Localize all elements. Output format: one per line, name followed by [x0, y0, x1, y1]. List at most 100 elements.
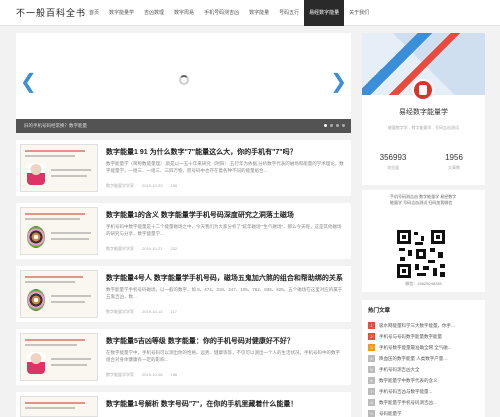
nav-item-phone-test[interactable]: 手机号码测吉凶	[199, 0, 244, 26]
hot-list-item[interactable]: 3 手机号数字能量最准确全网 全气磁...	[368, 342, 480, 353]
top-navbar: 不一般百科全书 首页 数字能量学 吉凶数理 数字周易 手机号码测吉凶 数字能量 …	[0, 0, 500, 26]
post-meta: 数字能量学学家 2019-10-08 188	[106, 372, 177, 378]
rank-badge: 1	[368, 322, 375, 329]
nav-item-yijing-energy[interactable]: 易经数字能量	[304, 0, 345, 26]
post-excerpt: 在数字能量学中，手机号码可以测出你的性格、运势、健康等等，不仅可以测出一个人的生…	[106, 350, 340, 362]
post-meta: 数字能量学学家 2019-10-12 117	[106, 309, 177, 315]
post-card: 数字能量1 91 为什么数字"7"能量这么大，你的手机有"7"吗？ 数字能量学（…	[16, 140, 351, 196]
post-excerpt: 手机号码中数字能量是十二个能量磁场之中，今天我们为大家分析了“延年磁场”“生气磁…	[106, 224, 342, 236]
post-card: 数字能量5吉凶等级 数字能量：你的手机号码对健康好不好？ 在数字能量学中，手机号…	[16, 329, 351, 385]
hot-list-item[interactable]: 5 手机号码测吉凶大全	[368, 364, 480, 375]
rank-badge: 7	[368, 388, 375, 395]
slider-dot[interactable]	[342, 124, 345, 127]
post-title[interactable]: 数字能量4号人 数字能量学手机号码，磁场五鬼加六煞的组合和帮助绑的关系	[106, 273, 343, 283]
hot-articles-widget: 热门文章 1 吸水网能量科学三大数字能量，你手... 2 手机号与号码数字能量数字能…	[362, 300, 485, 417]
rank-badge: 3	[368, 344, 375, 351]
post-title[interactable]: 数字能量5吉凶等级 数字能量：你的手机号码对健康好不好？	[106, 336, 294, 346]
hot-item-label: 手机号码吉凶与数字能量...	[379, 388, 433, 394]
post-meta: 数字能量学学家 2019-10-23 159	[106, 183, 177, 189]
slider-dot[interactable]	[324, 124, 327, 127]
rank-badge: 4	[368, 355, 375, 362]
qr-code-image	[397, 230, 445, 278]
post-excerpt: 数字能量学手机号码磁场，以一般的数字，如 8、474、318、247、105、7…	[106, 287, 343, 299]
post-title[interactable]: 数字能量1的含义 数字能量学手机号码深度研究之洞落土磁场	[106, 210, 294, 220]
nav-item-home[interactable]: 首页	[84, 0, 104, 26]
nav-item-five-elements[interactable]: 号码五行	[274, 0, 304, 26]
stat-label: 文章数	[448, 165, 460, 170]
hot-list-item[interactable]: 9 号码能量学	[368, 408, 480, 417]
hot-item-label: 手机号码测吉凶大全	[379, 366, 420, 372]
slider-caption-bar: 旧的手机号码经常换？数字能量	[16, 119, 351, 133]
main-nav: 首页 数字能量学 吉凶数理 数字周易 手机号码测吉凶 数字能量 号码五行 易经数…	[84, 0, 374, 26]
hot-list-item[interactable]: 1 吸水网能量科学三大数字能量，你手...	[368, 320, 480, 331]
slider-dot[interactable]	[330, 124, 333, 127]
loading-spinner-icon	[179, 75, 189, 85]
slider-dot[interactable]	[336, 124, 339, 127]
post-title[interactable]: 数字能量1号解析 数字号码"7"，在你的手机里藏着什么能量！	[106, 399, 297, 409]
hot-list-item[interactable]: 2 手机号与号码数字能量数字能量	[368, 331, 480, 342]
hot-item-label: 手机号数字能量最准确全网 全气磁...	[379, 344, 452, 350]
post-date: 2019-10-08	[142, 372, 163, 377]
post-views: 117	[170, 309, 177, 314]
stat-articles: 1956 文章数	[423, 153, 485, 171]
profile-name[interactable]: 易经数字能量学	[362, 107, 485, 117]
avatar[interactable]	[412, 79, 434, 101]
hot-title: 热门文章	[368, 308, 391, 314]
post-meta: 数字能量学学家 2019-10-21 232	[106, 246, 177, 252]
nav-item-zhouyi[interactable]: 数字周易	[169, 0, 199, 26]
hot-list-item[interactable]: 7 手机号码吉凶与数字能量...	[368, 386, 480, 397]
post-author: 数字能量学学家	[106, 183, 134, 188]
person-image	[27, 352, 45, 374]
stat-value: 356993	[379, 153, 407, 162]
rank-badge: 6	[368, 377, 375, 384]
post-views: 232	[170, 246, 178, 251]
post-date: 2019-10-23	[142, 183, 163, 188]
nav-item-about[interactable]: 关于我们	[344, 0, 374, 26]
profile-card: 易经数字能量学 能量数字学 - 数字能量学 - 号码吉凶测试 356993 浏览…	[362, 33, 485, 185]
hot-list-item[interactable]: 8 数字能量学手机号码测吉凶...	[368, 397, 480, 408]
hot-list-item[interactable]: 4 降血压的数字能量 人类数字产量...	[368, 353, 480, 364]
chevron-right-icon[interactable]: ❯	[330, 71, 347, 91]
chevron-left-icon[interactable]: ❮	[20, 71, 37, 91]
qr-footer: 微信：15625048285	[405, 281, 442, 286]
hot-item-label: 数字能量学手机号码测吉凶...	[379, 399, 437, 405]
hot-item-label: 降血压的数字能量 人类数字产量...	[379, 355, 447, 361]
post-title[interactable]: 数字能量1 91 为什么数字"7"能量这么大，你的手机有"7"吗？	[106, 147, 297, 157]
post-date: 2019-10-21	[142, 246, 163, 251]
hot-item-label: 吸水网能量科学三大数字能量，你手...	[379, 322, 455, 328]
swirl-image	[27, 226, 45, 248]
rank-badge: 5	[368, 366, 375, 373]
post-card: 数字能量1号解析 数字号码"7"，在你的手机里藏着什么能量！	[16, 392, 351, 417]
post-views: 188	[170, 372, 178, 377]
qr-code-widget: 手机号码测吉凶 数字能量学 易经数字能量学 号码吉凶测试 扫码加我微信 微信：1…	[362, 190, 485, 292]
hot-item-label: 数字能量学中数字代表的含义	[379, 377, 438, 383]
profile-description: 能量数字学 - 数字能量学 - 号码吉凶测试	[387, 125, 460, 130]
post-thumbnail[interactable]	[20, 144, 98, 192]
post-thumbnail[interactable]	[20, 270, 98, 318]
slider-caption[interactable]: 旧的手机号码经常换？数字能量	[24, 123, 87, 129]
nav-item-energy[interactable]: 数字能量	[244, 0, 274, 26]
stat-label: 浏览量	[387, 165, 399, 170]
person-image	[27, 163, 45, 185]
post-author: 数字能量学学家	[106, 309, 134, 314]
post-author: 数字能量学学家	[106, 372, 134, 377]
post-views: 159	[170, 183, 178, 188]
post-card: 数字能量4号人 数字能量学手机号码，磁场五鬼加六煞的组合和帮助绑的关系 数字能量…	[16, 266, 351, 322]
post-thumbnail[interactable]	[20, 396, 98, 417]
qr-description: 手机号码测吉凶 数字能量学 易经数字能量学 号码吉凶测试 扫码加我微信	[390, 194, 457, 205]
post-thumbnail[interactable]	[20, 207, 98, 255]
post-author: 数字能量学学家	[106, 246, 134, 251]
stat-value: 1956	[445, 153, 463, 162]
nav-item-numerology[interactable]: 数字能量学	[104, 0, 139, 26]
slider-dots	[324, 124, 345, 127]
post-card: 数字能量1的含义 数字能量学手机号码深度研究之洞落土磁场 手机号码中数字能量是十…	[16, 203, 351, 259]
stat-views: 356993 浏览量	[362, 153, 424, 171]
swirl-image	[27, 289, 45, 311]
nav-item-fortune-numbers[interactable]: 吉凶数理	[139, 0, 169, 26]
post-thumbnail[interactable]	[20, 333, 98, 381]
site-logo[interactable]: 不一般百科全书	[16, 6, 86, 19]
hot-list-item[interactable]: 6 数字能量学中数字代表的含义	[368, 375, 480, 386]
hot-item-label: 号码能量学	[379, 410, 402, 416]
image-slider: ❮ ❯ 旧的手机号码经常换？数字能量	[16, 33, 351, 133]
hot-item-label: 手机号与号码数字能量数字能量	[379, 333, 442, 339]
